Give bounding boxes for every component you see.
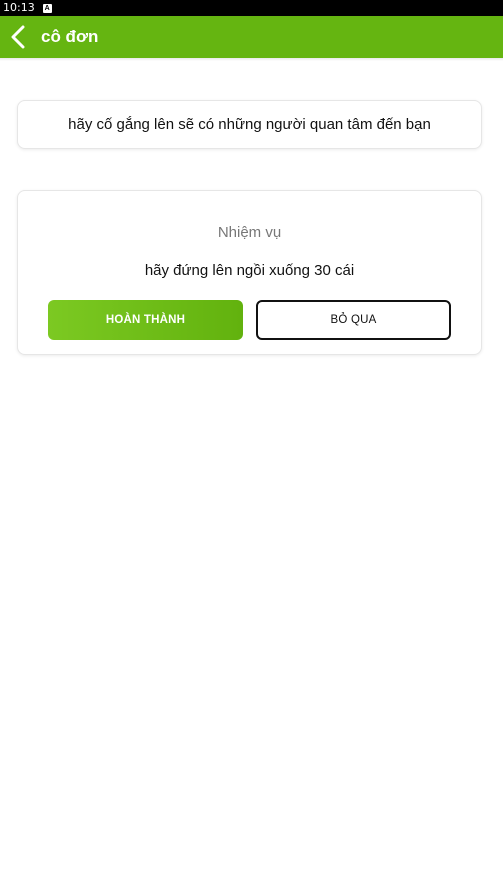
page-title: cô đơn bbox=[41, 27, 99, 46]
app-bar: cô đơn bbox=[0, 16, 503, 58]
chevron-left-icon bbox=[11, 25, 25, 49]
task-card: Nhiệm vụ hãy đứng lên ngồi xuống 30 cái … bbox=[17, 190, 482, 355]
task-heading: Nhiệm vụ bbox=[217, 224, 282, 241]
back-button[interactable] bbox=[0, 16, 36, 58]
app-bar-shadow bbox=[0, 58, 503, 61]
complete-button[interactable]: HOÀN THÀNH bbox=[48, 300, 243, 340]
a-notification-icon: A bbox=[42, 3, 52, 13]
quote-text: hãy cố gắng lên sẽ có những người quan t… bbox=[68, 116, 431, 133]
task-description: hãy đứng lên ngồi xuống 30 cái bbox=[144, 262, 355, 279]
skip-button[interactable]: BỎ QUA bbox=[256, 300, 451, 340]
status-bar: 10:13 A bbox=[0, 0, 503, 16]
quote-card: hãy cố gắng lên sẽ có những người quan t… bbox=[17, 100, 482, 149]
status-time: 10:13 bbox=[3, 1, 35, 14]
